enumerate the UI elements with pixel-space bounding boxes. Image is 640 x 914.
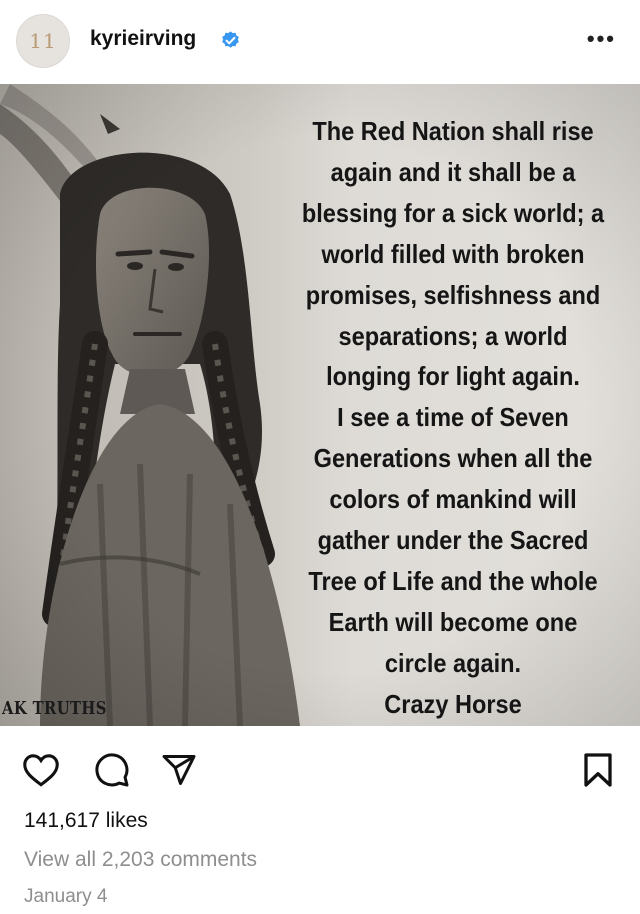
bookmark-icon[interactable]: [582, 752, 614, 788]
avatar[interactable]: 11: [16, 14, 70, 68]
comment-icon[interactable]: [94, 752, 130, 788]
quote-line: I see a time of Seven: [337, 404, 569, 433]
post-image[interactable]: The Red Nation shall rise again and it s…: [0, 84, 640, 726]
quote-line: promises, selfishness and: [305, 281, 601, 310]
watermark: AK TRUTHS: [2, 698, 107, 719]
quote-line: gather under the Sacred: [317, 527, 589, 556]
quote-line: Earth will become one: [328, 608, 578, 637]
post-date: January 4: [24, 886, 108, 907]
quote-line: circle again.: [384, 649, 522, 678]
post-header: 11 kyrieirving •••: [0, 0, 640, 84]
verified-badge-icon: [222, 31, 239, 48]
quote-line: world filled with broken: [321, 240, 585, 269]
quote-line: blessing for a sick world; a: [301, 199, 605, 228]
quote-line: again and it shall be a: [330, 158, 576, 187]
quote-line: Tree of Life and the whole: [308, 567, 598, 596]
quote-attribution: Crazy Horse: [384, 690, 522, 719]
action-bar: [0, 726, 640, 814]
view-comments-link[interactable]: View all 2,203 comments: [24, 848, 257, 872]
quote-line: Generations when all the: [313, 445, 593, 474]
likes-count[interactable]: 141,617 likes: [24, 809, 148, 833]
quote-line: colors of mankind will: [329, 486, 577, 515]
more-options-button[interactable]: •••: [587, 26, 616, 52]
username[interactable]: kyrieirving: [90, 27, 196, 51]
share-icon[interactable]: [160, 752, 198, 788]
quote-line: longing for light again.: [326, 363, 580, 392]
quote-line: separations; a world: [338, 322, 568, 351]
quote-text: The Red Nation shall rise again and it s…: [283, 112, 623, 726]
heart-icon[interactable]: [22, 753, 60, 787]
quote-line: The Red Nation shall rise: [312, 118, 594, 146]
